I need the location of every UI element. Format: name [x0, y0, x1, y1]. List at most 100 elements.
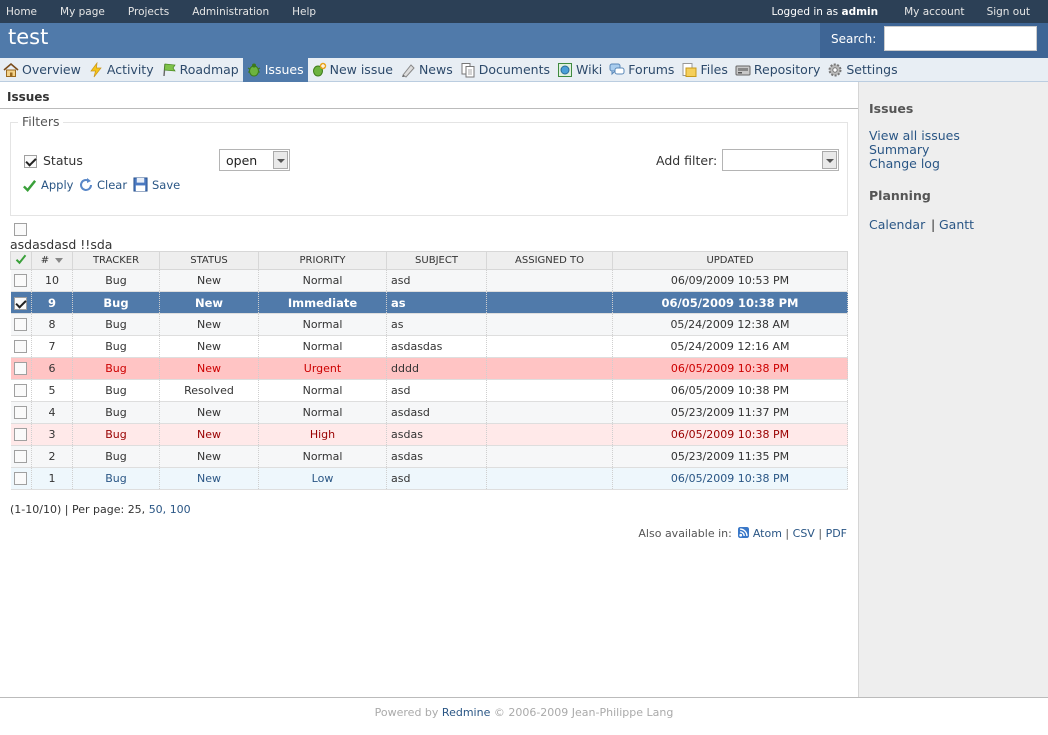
- header-tracker[interactable]: TRACKER: [72, 251, 160, 270]
- clear-button[interactable]: Clear: [97, 178, 127, 192]
- tab-forums[interactable]: Forums: [606, 58, 678, 82]
- row-checkbox[interactable]: [13, 384, 27, 398]
- tab-roadmap[interactable]: Roadmap: [158, 58, 243, 82]
- issue-assigned-to: [486, 335, 613, 358]
- issue-id[interactable]: 2: [31, 445, 73, 468]
- issue-subject[interactable]: asd: [386, 379, 487, 402]
- sign-out-link[interactable]: Sign out: [987, 6, 1030, 18]
- my-account-link[interactable]: My account: [904, 6, 964, 18]
- save-button[interactable]: Save: [152, 178, 180, 192]
- tab-settings[interactable]: Settings: [824, 58, 901, 82]
- issue-id[interactable]: 3: [31, 423, 73, 446]
- issue-tracker: Bug: [72, 313, 160, 336]
- atom-link[interactable]: Atom: [753, 527, 782, 540]
- sidebar-summary[interactable]: Summary: [869, 142, 929, 157]
- apply-button[interactable]: Apply: [41, 178, 73, 192]
- table-row[interactable]: 8 Bug New Normal as 05/24/2009 12:38 AM: [10, 313, 848, 336]
- header-updated[interactable]: UPDATED: [612, 251, 848, 270]
- roadmap-icon: [162, 63, 176, 76]
- issue-subject[interactable]: as: [386, 313, 487, 336]
- footer-redmine-link[interactable]: Redmine: [442, 706, 490, 719]
- other-formats: Also available in: Atom | CSV | PDF: [638, 527, 847, 540]
- issue-id[interactable]: 4: [31, 401, 73, 424]
- tab-repository[interactable]: Repository: [732, 58, 824, 82]
- add-filter-select[interactable]: [722, 149, 839, 171]
- row-checkbox[interactable]: [13, 450, 27, 464]
- top-menu-help[interactable]: Help: [292, 6, 316, 18]
- tab-files[interactable]: Files: [678, 58, 731, 82]
- sidebar-view-all-issues[interactable]: View all issues: [869, 128, 960, 143]
- top-menu-administration[interactable]: Administration: [192, 6, 269, 18]
- status-filter-checkbox[interactable]: [24, 155, 37, 168]
- issue-subject[interactable]: asd: [386, 467, 487, 490]
- issue-subject[interactable]: dddd: [386, 357, 487, 380]
- tab-documents[interactable]: Documents: [457, 58, 554, 82]
- issue-subject[interactable]: asdasd: [386, 401, 487, 424]
- search-input[interactable]: [884, 26, 1037, 51]
- row-checkbox[interactable]: [13, 318, 27, 332]
- footer-copyright: © 2006-2009 Jean-Philippe Lang: [493, 706, 674, 719]
- pdf-link[interactable]: PDF: [826, 527, 847, 540]
- top-menu-my-page[interactable]: My page: [60, 6, 105, 18]
- top-menu-home[interactable]: Home: [6, 6, 37, 18]
- table-row[interactable]: 1 Bug New Low asd 06/05/2009 10:38 PM: [10, 467, 848, 490]
- issue-subject[interactable]: asdas: [386, 445, 487, 468]
- tab-overview[interactable]: Overview: [0, 58, 85, 82]
- tab-wiki[interactable]: Wiki: [554, 58, 606, 82]
- row-checkbox-cell: [10, 379, 32, 402]
- sidebar-change-log[interactable]: Change log: [869, 156, 940, 171]
- issue-subject[interactable]: as: [386, 291, 487, 314]
- table-row[interactable]: 2 Bug New Normal asdas 05/23/2009 11:35 PM: [10, 445, 848, 468]
- row-checkbox[interactable]: [13, 428, 27, 442]
- issue-subject[interactable]: asdas: [386, 423, 487, 446]
- table-row[interactable]: 10 Bug New Normal asd 06/09/2009 10:53 PM: [10, 269, 848, 292]
- row-checkbox[interactable]: [13, 362, 27, 376]
- issue-id[interactable]: 8: [31, 313, 73, 336]
- issue-id[interactable]: 5: [31, 379, 73, 402]
- row-checkbox[interactable]: [13, 296, 27, 310]
- issue-id[interactable]: 9: [31, 291, 73, 314]
- issue-id[interactable]: 1: [31, 467, 73, 490]
- issue-subject[interactable]: asd: [386, 269, 487, 292]
- per-page-100-link[interactable]: 100: [170, 503, 191, 516]
- row-checkbox[interactable]: [13, 340, 27, 354]
- csv-link[interactable]: CSV: [793, 527, 815, 540]
- table-row[interactable]: 6 Bug New Urgent dddd 06/05/2009 10:38 PM: [10, 357, 848, 380]
- header-id[interactable]: #: [31, 251, 73, 270]
- row-checkbox[interactable]: [13, 472, 27, 486]
- table-row[interactable]: 9 Bug New Immediate as 06/05/2009 10:38 PM: [10, 291, 848, 314]
- issue-id[interactable]: 6: [31, 357, 73, 380]
- tab-issues[interactable]: Issues: [242, 57, 308, 82]
- issue-tracker: Bug: [72, 269, 160, 292]
- sidebar-calendar[interactable]: Calendar: [869, 217, 925, 232]
- top-menu-projects[interactable]: Projects: [128, 6, 169, 18]
- toggle-all-header[interactable]: [10, 251, 32, 270]
- issue-updated: 06/05/2009 10:38 PM: [612, 357, 848, 380]
- per-page-50-link[interactable]: 50,: [149, 503, 167, 516]
- wiki-icon: [558, 62, 573, 77]
- tab-news[interactable]: News: [397, 58, 457, 82]
- checkmark-icon: [15, 254, 27, 265]
- issue-assigned-to: [486, 357, 613, 380]
- table-row[interactable]: 4 Bug New Normal asdasd 05/23/2009 11:37 PM: [10, 401, 848, 424]
- footer-powered-by: Powered by: [374, 706, 439, 719]
- header-status[interactable]: STATUS: [159, 251, 259, 270]
- table-row[interactable]: 5 Bug Resolved Normal asd 06/05/2009 10:38 PM: [10, 379, 848, 402]
- sidebar-gantt[interactable]: Gantt: [939, 217, 974, 232]
- query-name: asdasdasd !!sda: [10, 237, 113, 252]
- query-checkbox[interactable]: [14, 223, 27, 236]
- table-row[interactable]: 7 Bug New Normal asdasdas 05/24/2009 12:16 AM: [10, 335, 848, 358]
- header-assigned-to[interactable]: ASSIGNED TO: [486, 251, 613, 270]
- row-checkbox[interactable]: [13, 406, 27, 420]
- status-operator-select[interactable]: open: [219, 149, 290, 171]
- tab-new-issue[interactable]: New issue: [308, 58, 397, 82]
- tab-activity[interactable]: Activity: [85, 58, 158, 82]
- issue-id[interactable]: 10: [31, 269, 73, 292]
- header-priority[interactable]: PRIORITY: [258, 251, 387, 270]
- issue-status: New: [159, 291, 259, 314]
- table-row[interactable]: 3 Bug New High asdas 06/05/2009 10:38 PM: [10, 423, 848, 446]
- row-checkbox[interactable]: [13, 274, 27, 288]
- issue-subject[interactable]: asdasdas: [386, 335, 487, 358]
- issue-id[interactable]: 7: [31, 335, 73, 358]
- header-subject[interactable]: SUBJECT: [386, 251, 487, 270]
